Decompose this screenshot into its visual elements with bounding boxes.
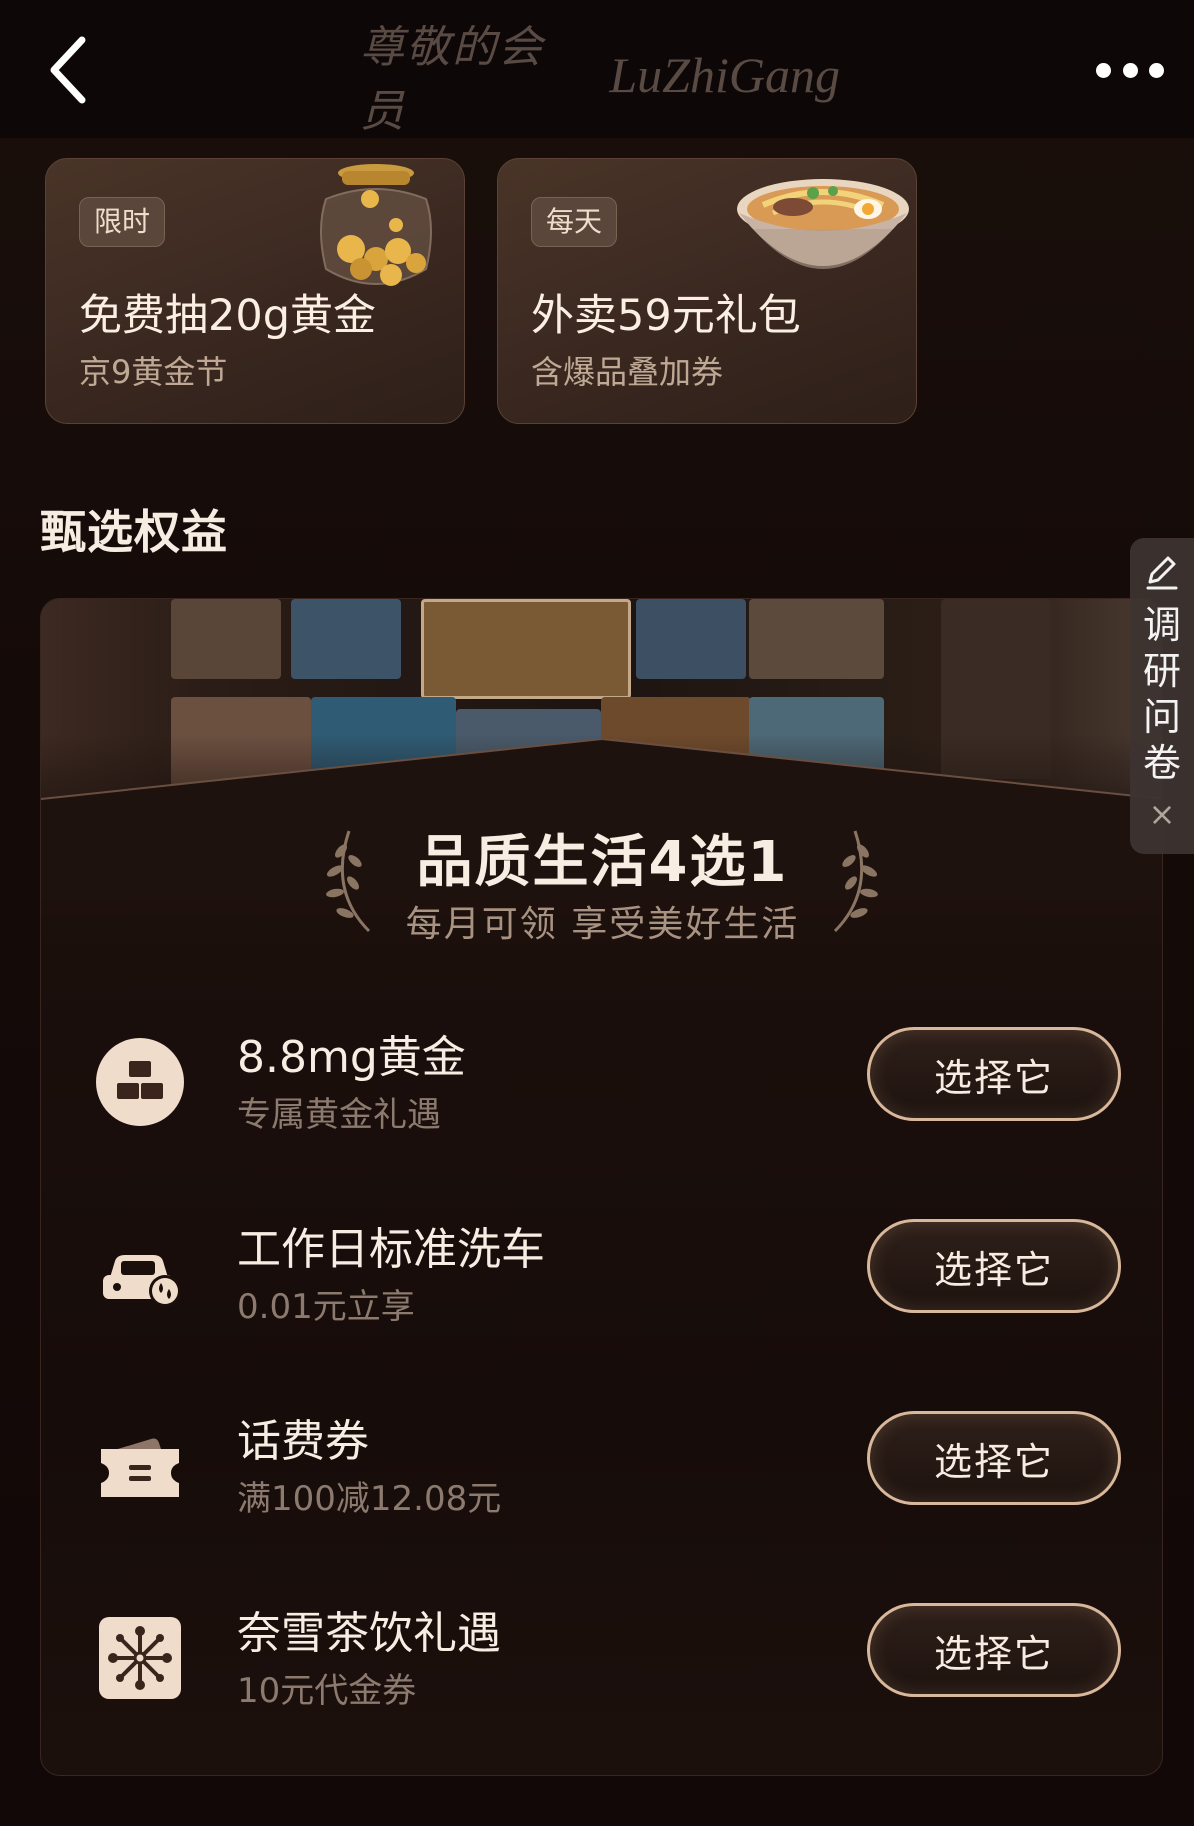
car-wash-icon bbox=[103, 1255, 181, 1307]
benefit-item-car-wash: 工作日标准洗车 0.01元立享 选择它 bbox=[41, 1199, 1162, 1359]
user-name: LuZhiGang bbox=[609, 47, 840, 103]
promo-tag: 限时 bbox=[79, 197, 166, 247]
benefit-card: 品质生活4选1 每月可领 享受美好生活 8.8mg黄金 专属黄金礼遇 选择它 工… bbox=[40, 598, 1163, 1776]
pencil-icon bbox=[1142, 552, 1182, 596]
benefit-desc: 专属黄金礼遇 bbox=[237, 1095, 441, 1135]
benefit-desc: 10元代金券 bbox=[237, 1671, 417, 1711]
ramen-bowl-icon bbox=[737, 179, 909, 269]
benefit-item-gold: 8.8mg黄金 专属黄金礼遇 选择它 bbox=[41, 1007, 1162, 1167]
back-button[interactable] bbox=[40, 30, 110, 110]
chevron-left-icon bbox=[50, 36, 86, 104]
promo-card-gold-draw[interactable]: 限时 免费抽20g黄金 京9黄金节 bbox=[45, 158, 465, 424]
select-gold-button[interactable]: 选择它 bbox=[867, 1027, 1121, 1121]
tea-flower-icon bbox=[99, 1617, 181, 1699]
top-nav-bar: 尊敬的会员 LuZhiGang bbox=[0, 0, 1194, 138]
benefit-name: 8.8mg黄金 bbox=[237, 1032, 466, 1083]
section-title: 甄选权益 bbox=[40, 505, 228, 559]
more-dot-icon bbox=[1149, 62, 1164, 78]
membership-page: 尊敬的会员 LuZhiGang 限时 免费抽20g黄金 京9黄金节 每天 外卖5… bbox=[0, 0, 1194, 1826]
page-title: 尊敬的会员 LuZhiGang bbox=[360, 22, 840, 137]
plan-title: 品质生活4选1 bbox=[416, 830, 789, 895]
promo-card-takeout[interactable]: 每天 外卖59元礼包 含爆品叠加券 bbox=[497, 158, 917, 424]
survey-tab[interactable]: 调研问卷 × bbox=[1130, 538, 1194, 854]
close-icon[interactable]: × bbox=[1149, 796, 1176, 832]
gold-jar-icon bbox=[320, 164, 432, 286]
benefit-item-phone-credit: 话费券 满100减12.08元 选择它 bbox=[41, 1391, 1162, 1551]
select-tea-button[interactable]: 选择它 bbox=[867, 1603, 1121, 1697]
more-dot-icon bbox=[1096, 62, 1111, 78]
select-phone-credit-button[interactable]: 选择它 bbox=[867, 1411, 1121, 1505]
benefit-name: 工作日标准洗车 bbox=[237, 1224, 545, 1275]
benefit-desc: 0.01元立享 bbox=[237, 1287, 415, 1327]
benefit-name: 话费券 bbox=[237, 1416, 369, 1467]
more-dot-icon bbox=[1122, 62, 1138, 78]
promo-subtitle: 京9黄金节 bbox=[79, 353, 228, 391]
plan-subtitle: 每月可领 享受美好生活 bbox=[405, 904, 800, 945]
greeting-text: 尊敬的会员 bbox=[360, 22, 544, 137]
promo-tag: 每天 bbox=[531, 197, 618, 247]
gold-bar-icon bbox=[96, 1038, 184, 1126]
benefit-desc: 满100减12.08元 bbox=[237, 1479, 502, 1519]
benefit-name: 奈雪茶饮礼遇 bbox=[237, 1608, 501, 1659]
promo-subtitle: 含爆品叠加券 bbox=[531, 353, 724, 391]
phone-ticket-icon bbox=[101, 1438, 179, 1497]
select-car-wash-button[interactable]: 选择它 bbox=[867, 1219, 1121, 1313]
survey-label: 调研问卷 bbox=[1142, 603, 1181, 785]
more-options-button[interactable] bbox=[1090, 50, 1170, 90]
benefit-item-tea: 奈雪茶饮礼遇 10元代金券 选择它 bbox=[41, 1583, 1162, 1743]
